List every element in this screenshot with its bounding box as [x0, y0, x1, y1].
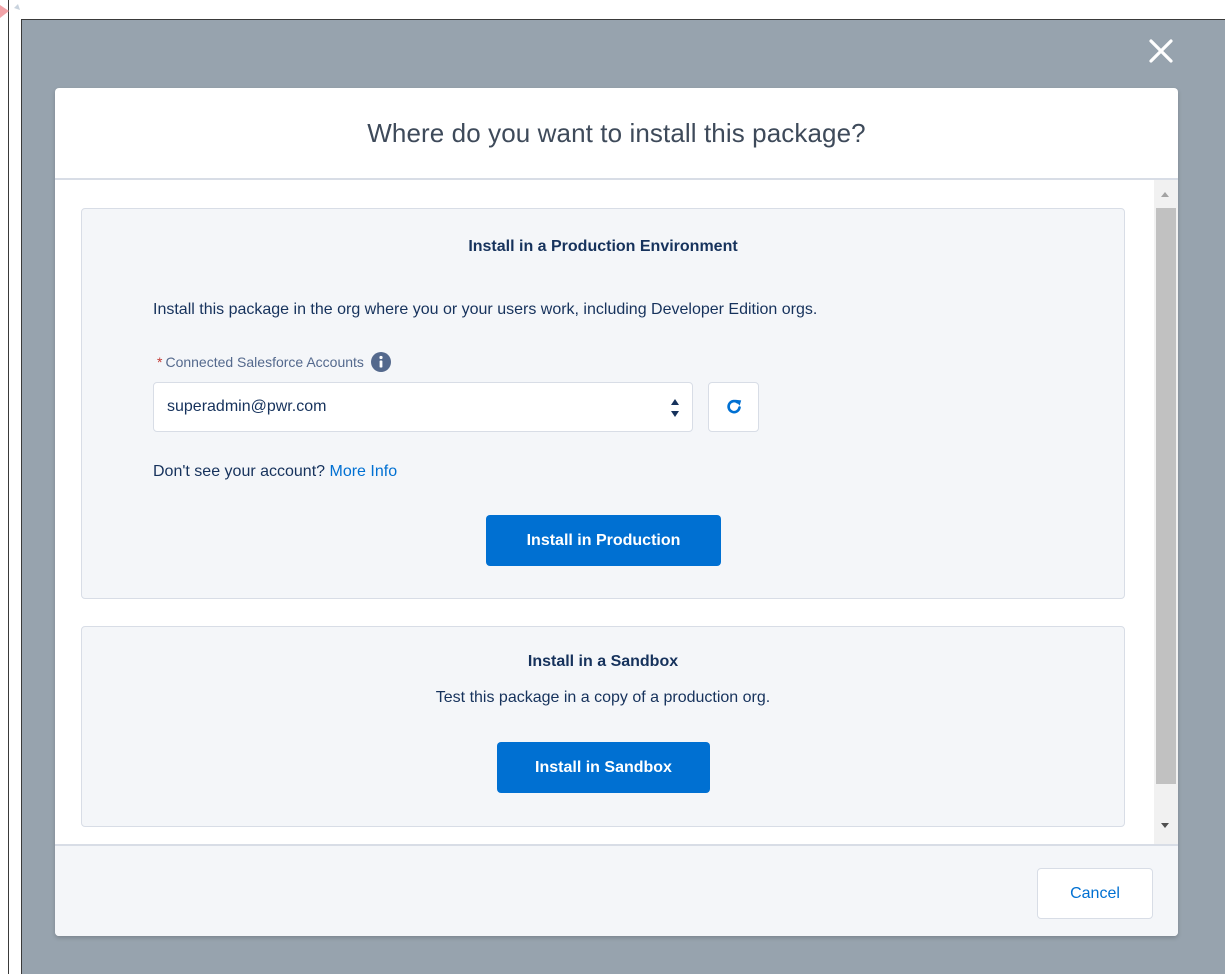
production-card: Install in a Production Environment Inst… [81, 208, 1125, 599]
refresh-accounts-button[interactable] [708, 382, 759, 432]
window-edge-line [8, 0, 9, 974]
sandbox-card: Install in a Sandbox Test this package i… [81, 626, 1125, 827]
sandbox-heading: Install in a Sandbox [527, 653, 679, 670]
help-text: Don't see your account? [153, 463, 326, 480]
production-heading: Install in a Production Environment [468, 238, 738, 255]
select-arrows-icon [671, 399, 679, 417]
connected-accounts-label-text: Connected Salesforce Accounts [165, 354, 364, 370]
install-in-sandbox-button[interactable]: Install in Sandbox [497, 742, 710, 793]
install-in-production-button[interactable]: Install in Production [486, 515, 721, 566]
production-description: Install this package in the org where yo… [153, 301, 818, 318]
scroll-up-arrow-icon[interactable] [1161, 192, 1169, 197]
info-icon[interactable] [370, 352, 391, 372]
cancel-button[interactable]: Cancel [1037, 868, 1153, 919]
install-package-modal: Where do you want to install this packag… [55, 88, 1178, 936]
modal-title: Where do you want to install this packag… [367, 117, 866, 148]
scroll-down-arrow-icon[interactable] [1161, 823, 1169, 828]
connected-accounts-select[interactable]: superadmin@pwr.com [153, 382, 693, 432]
close-icon [1149, 39, 1173, 63]
close-button[interactable] [1141, 31, 1181, 71]
refresh-icon [726, 399, 741, 414]
selected-account-value: superadmin@pwr.com [167, 398, 327, 415]
modal-body: Install in a Production Environment Inst… [55, 180, 1178, 844]
sandbox-description: Test this package in a copy of a product… [435, 689, 771, 706]
app-corner-icon [0, 4, 20, 18]
scrollbar-thumb[interactable] [1156, 208, 1176, 784]
modal-scrollbar[interactable] [1154, 180, 1178, 844]
connected-accounts-label: * Connected Salesforce Accounts [157, 352, 391, 372]
modal-header: Where do you want to install this packag… [55, 88, 1178, 180]
more-info-link[interactable]: More Info [330, 463, 398, 480]
help-row: Don't see your account? More Info [153, 463, 397, 481]
required-marker: * [157, 354, 163, 370]
modal-footer: Cancel [55, 844, 1178, 936]
